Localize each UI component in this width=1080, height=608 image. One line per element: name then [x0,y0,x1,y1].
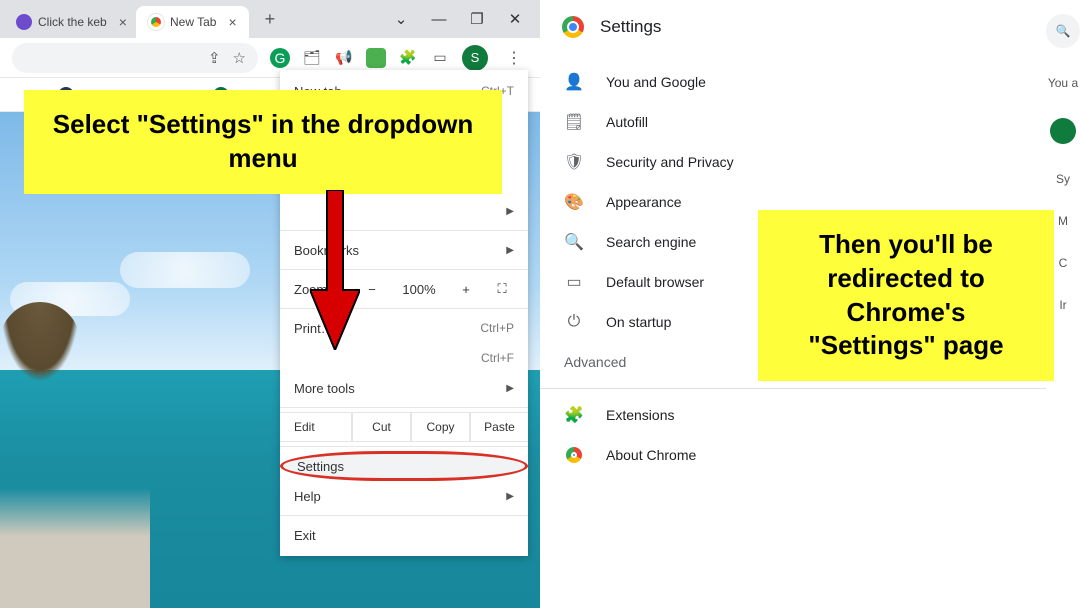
share-icon[interactable]: ⇪ [208,49,221,67]
close-icon[interactable]: × [119,14,127,30]
menu-more-tools[interactable]: More tools ▶ [280,373,528,403]
profile-avatar[interactable]: S [462,45,488,71]
autofill-icon: 🗒 [564,112,584,132]
evernote-icon[interactable] [366,48,386,68]
tab-strip: Click the keb × New Tab × + ⌄ — ❐ ✕ [0,0,540,38]
reading-list-icon[interactable]: ▭ [430,48,450,68]
chrome-logo-icon [562,16,584,38]
nav-label: About Chrome [606,447,696,463]
search-icon: 🔍 [564,232,584,252]
chevron-down-icon[interactable]: ⌄ [394,12,408,26]
menu-copy[interactable]: Copy [411,412,470,442]
nav-you-and-google[interactable]: 👤 You and Google [540,62,1080,102]
favicon-icon [16,14,32,30]
menu-label: Help [294,489,506,504]
menu-shortcut: Ctrl+P [480,321,514,335]
minimize-icon[interactable]: — [432,12,446,26]
chrome-small-icon [564,445,584,465]
puzzle-icon[interactable]: 🧩 [398,48,418,68]
zoom-value: 100% [396,282,442,297]
text-fragment: M [1058,214,1068,228]
instruction-callout-right: Then you'll be redirected to Chrome's "S… [758,210,1054,381]
instruction-callout-left: Select "Settings" in the dropdown menu [24,90,502,194]
palette-icon: 🎨 [564,192,584,212]
menu-separator [280,446,528,447]
text-fragment: C [1059,256,1068,270]
menu-help[interactable]: Help ▶ [280,481,528,511]
callout-text: Select "Settings" in the dropdown menu [53,109,473,173]
nav-label: Security and Privacy [606,154,734,170]
search-button[interactable]: 🔍 [1046,14,1080,48]
puzzle-icon: 🧩 [564,405,584,425]
menu-exit[interactable]: Exit [280,520,528,550]
zoom-in-button[interactable]: + [454,282,478,297]
callout-text: Then you'll be redirected to Chrome's "S… [808,229,1003,360]
settings-header: Settings [540,0,1080,54]
menu-separator [280,515,528,516]
nav-label: You and Google [606,74,706,90]
menu-settings[interactable]: Settings [280,451,528,481]
nav-label: Extensions [606,407,674,423]
text-fragment: You a [1048,76,1078,90]
nav-about-chrome[interactable]: About Chrome [540,435,1080,475]
nav-label: Autofill [606,114,648,130]
nav-extensions[interactable]: 🧩 Extensions ⧉ [540,395,1080,435]
menu-edit-row: Edit Cut Copy Paste [280,412,528,442]
cloud-decoration [120,252,250,288]
star-icon[interactable]: ☆ [233,49,246,67]
power-icon: ⏻ [564,312,584,332]
nav-label: Appearance [606,194,682,210]
maximize-icon[interactable]: ❐ [470,12,484,26]
chevron-right-icon: ▶ [506,491,514,502]
menu-label: Exit [294,528,514,543]
red-arrow-icon [310,190,360,350]
close-icon[interactable]: × [228,14,236,30]
chrome-icon [148,14,164,30]
dock-decoration [0,488,150,608]
nav-security[interactable]: 🛡 Security and Privacy [540,142,1080,182]
new-tab-button[interactable]: + [265,9,276,30]
chevron-right-icon: ▶ [506,206,514,217]
person-icon: 👤 [564,72,584,92]
address-bar[interactable]: ⇪ ☆ [12,43,258,73]
menu-edit-label: Edit [280,412,352,442]
tab-label: Click the keb [38,15,107,29]
nav-autofill[interactable]: 🗒 Autofill [540,102,1080,142]
kebab-menu-icon[interactable]: ⋮ [500,44,528,72]
shield-icon: 🛡 [564,152,584,172]
settings-title: Settings [600,17,661,37]
profile-avatar[interactable] [1050,118,1076,144]
menu-shortcut: Ctrl+F [481,351,514,365]
menu-cut[interactable]: Cut [352,412,411,442]
menu-label: More tools [294,381,506,396]
text-fragment: Ir [1059,298,1066,312]
nav-label: Search engine [606,234,696,250]
tab-new-tab[interactable]: New Tab × [136,6,249,38]
nav-label: Advanced [564,354,626,370]
nav-label: Default browser [606,274,704,290]
zoom-out-button[interactable]: − [360,282,384,297]
megaphone-icon[interactable]: 📢 [334,48,354,68]
tab-label: New Tab [170,15,216,29]
extension-icon[interactable]: 🗂 [302,48,322,68]
nav-label: On startup [606,314,671,330]
text-fragment: Sy [1056,172,1070,186]
grammarly-icon[interactable]: G [270,48,290,68]
avatar-letter: S [471,50,480,65]
beach-hut-decoration [0,302,80,382]
fullscreen-icon[interactable]: ⛶ [490,281,514,297]
menu-label: Settings [297,459,511,474]
close-window-icon[interactable]: ✕ [508,12,522,26]
menu-paste[interactable]: Paste [470,412,528,442]
browser-icon: ▭ [564,272,584,292]
nav-divider [540,388,1080,389]
tab-click-the-keb[interactable]: Click the keb × [4,6,134,38]
chevron-right-icon: ▶ [506,245,514,256]
chevron-right-icon: ▶ [506,383,514,394]
menu-separator [280,407,528,408]
